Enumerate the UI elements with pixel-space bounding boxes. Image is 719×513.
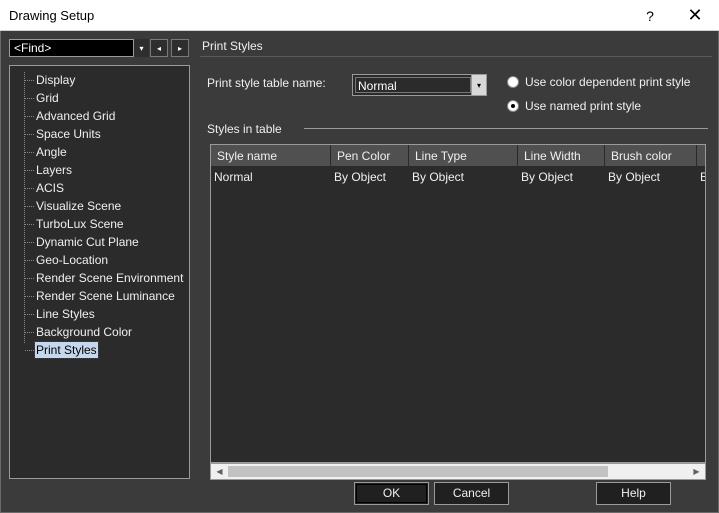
radio-unchecked-icon[interactable] (507, 76, 519, 88)
forward-arrow-icon[interactable]: ▸ (171, 39, 189, 57)
tree-connector (25, 116, 34, 117)
back-arrow-icon[interactable]: ◂ (150, 39, 168, 57)
named-style-radio[interactable]: Use named print style (507, 99, 641, 113)
table-cell[interactable]: B (697, 168, 705, 186)
scrollbar-thumb[interactable] (228, 466, 608, 477)
column-header-pen-color[interactable]: Pen Color (331, 145, 409, 167)
table-cell[interactable]: By Object (409, 168, 518, 186)
dialog-body: <Find> ▾ ◂ ▸ Display Grid Advanced Grid Spa… (0, 31, 719, 513)
tree-item-angle[interactable]: Angle (35, 144, 68, 160)
tree-connector (25, 314, 34, 315)
column-header-style-name[interactable]: Style name (211, 145, 331, 167)
column-header-brush-color[interactable]: Brush color (605, 145, 697, 167)
tree-item-geo-location[interactable]: Geo-Location (35, 252, 109, 268)
scroll-right-icon[interactable]: ▶ (688, 464, 705, 479)
tree-connector (25, 260, 34, 261)
style-table-value[interactable]: Normal (355, 77, 471, 93)
tree-connector (25, 170, 34, 171)
close-icon[interactable]: ✕ (672, 0, 718, 31)
title-bar: Drawing Setup ? ✕ (0, 0, 719, 31)
cancel-button[interactable]: Cancel (434, 482, 509, 505)
tree-connector (24, 72, 25, 343)
tree-item-visualize-scene[interactable]: Visualize Scene (35, 198, 122, 214)
named-style-label: Use named print style (525, 99, 642, 113)
tree-connector (25, 98, 34, 99)
table-cell[interactable]: Normal (211, 168, 331, 186)
tree-item-print-styles[interactable]: Print Styles (34, 341, 99, 359)
help-button[interactable]: Help (596, 482, 671, 505)
tree-item-background-color[interactable]: Background Color (35, 324, 133, 340)
style-table-select[interactable]: Normal ▾ (352, 74, 487, 96)
scroll-left-icon[interactable]: ◀ (211, 464, 228, 479)
tree-item-advanced-grid[interactable]: Advanced Grid (35, 108, 116, 124)
tree-item-layers[interactable]: Layers (35, 162, 73, 178)
column-header-line-type[interactable]: Line Type (409, 145, 518, 167)
tree-connector (25, 224, 34, 225)
tree-connector (25, 134, 34, 135)
settings-tree: Display Grid Advanced Grid Space Units Angle… (9, 65, 190, 479)
tree-item-dynamic-cut-plane[interactable]: Dynamic Cut Plane (35, 234, 140, 250)
panel-title: Print Styles (202, 39, 263, 53)
tree-item-space-units[interactable]: Space Units (35, 126, 102, 142)
tree-connector (25, 242, 34, 243)
table-row[interactable]: Normal By Object By Object By Object By … (211, 168, 705, 186)
tree-connector (25, 278, 34, 279)
style-table-label: Print style table name: (207, 76, 326, 90)
tree-item-acis[interactable]: ACIS (35, 180, 65, 196)
tree-connector (25, 332, 34, 333)
color-dependent-label: Use color dependent print style (525, 75, 691, 89)
tree-item-turbolux-scene[interactable]: TurboLux Scene (35, 216, 125, 232)
table-cell[interactable]: By Object (605, 168, 697, 186)
tree-item-line-styles[interactable]: Line Styles (35, 306, 96, 322)
tree-connector (25, 152, 34, 153)
tree-connector (25, 296, 34, 297)
table-header: Style name Pen Color Line Type Line Widt… (211, 145, 705, 167)
column-header-extra[interactable] (697, 145, 705, 167)
radio-checked-icon[interactable] (507, 100, 519, 112)
tree-item-render-scene-luminance[interactable]: Render Scene Luminance (35, 288, 176, 304)
find-input[interactable]: <Find> (9, 39, 149, 57)
tree-connector (25, 188, 34, 189)
tree-item-render-scene-environment[interactable]: Render Scene Environment (35, 270, 184, 286)
tree-connector (25, 80, 34, 81)
styles-in-table-label: Styles in table (207, 122, 282, 136)
divider (200, 56, 712, 57)
group-divider (304, 128, 708, 129)
horizontal-scrollbar[interactable]: ◀ ▶ (210, 463, 706, 480)
tree-item-display[interactable]: Display (35, 72, 76, 88)
styles-table: Style name Pen Color Line Type Line Widt… (210, 144, 706, 463)
table-cell[interactable]: By Object (518, 168, 605, 186)
tree-connector (25, 206, 34, 207)
window-title: Drawing Setup (9, 8, 95, 23)
chevron-down-icon[interactable]: ▾ (471, 75, 486, 95)
find-dropdown-button[interactable]: ▾ (133, 39, 149, 57)
color-dependent-radio[interactable]: Use color dependent print style (507, 75, 690, 89)
tree-item-grid[interactable]: Grid (35, 90, 60, 106)
help-icon[interactable]: ? (627, 0, 673, 31)
column-header-line-width[interactable]: Line Width (518, 145, 605, 167)
ok-button[interactable]: OK (354, 482, 429, 505)
table-cell[interactable]: By Object (331, 168, 409, 186)
tree-connector (25, 350, 34, 351)
